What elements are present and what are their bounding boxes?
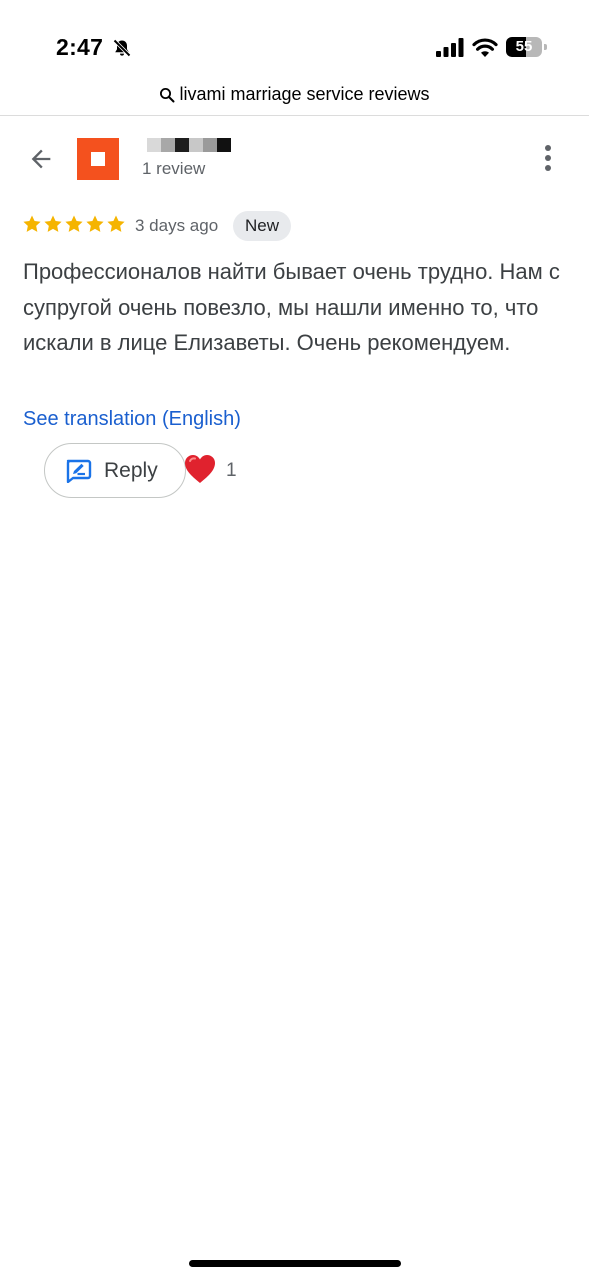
more-options-button[interactable] — [532, 140, 564, 176]
search-icon — [160, 87, 175, 102]
star-icon — [65, 215, 83, 232]
star-icon — [23, 215, 41, 232]
star-rating — [22, 214, 126, 234]
review-count: 1 review — [142, 159, 206, 178]
more-vert-icon — [545, 145, 551, 171]
reply-button[interactable]: Reply — [44, 443, 186, 498]
avatar[interactable] — [77, 138, 119, 180]
reply-icon — [66, 459, 92, 483]
star-icon — [107, 215, 125, 232]
home-indicator[interactable] — [189, 1260, 401, 1267]
see-translation-link[interactable]: See translation (English) — [23, 408, 241, 431]
review-text: Профессионалов найти бывает очень трудно… — [23, 259, 560, 355]
status-time: 2:47 — [56, 34, 104, 60]
reviewer-name-redacted — [147, 138, 231, 152]
status-bar: 2:47 55 — [0, 0, 589, 80]
arrow-back-icon — [31, 149, 51, 169]
review-time: 3 days ago — [135, 216, 219, 235]
battery-percent: 55 — [515, 38, 533, 55]
reaction-count: 1 — [226, 460, 237, 481]
search-header[interactable]: livami marriage service reviews — [0, 80, 589, 116]
star-icon — [86, 215, 104, 232]
wifi-icon — [472, 38, 498, 57]
reply-label: Reply — [104, 458, 158, 482]
battery-icon: 55 — [506, 37, 547, 57]
cellular-signal-icon — [436, 38, 464, 57]
back-button[interactable] — [22, 140, 60, 178]
new-badge: New — [233, 211, 292, 241]
heart-icon[interactable] — [183, 453, 217, 485]
bell-muted-icon — [113, 39, 131, 57]
star-icon — [44, 215, 62, 232]
search-query: livami marriage service reviews — [179, 84, 430, 104]
